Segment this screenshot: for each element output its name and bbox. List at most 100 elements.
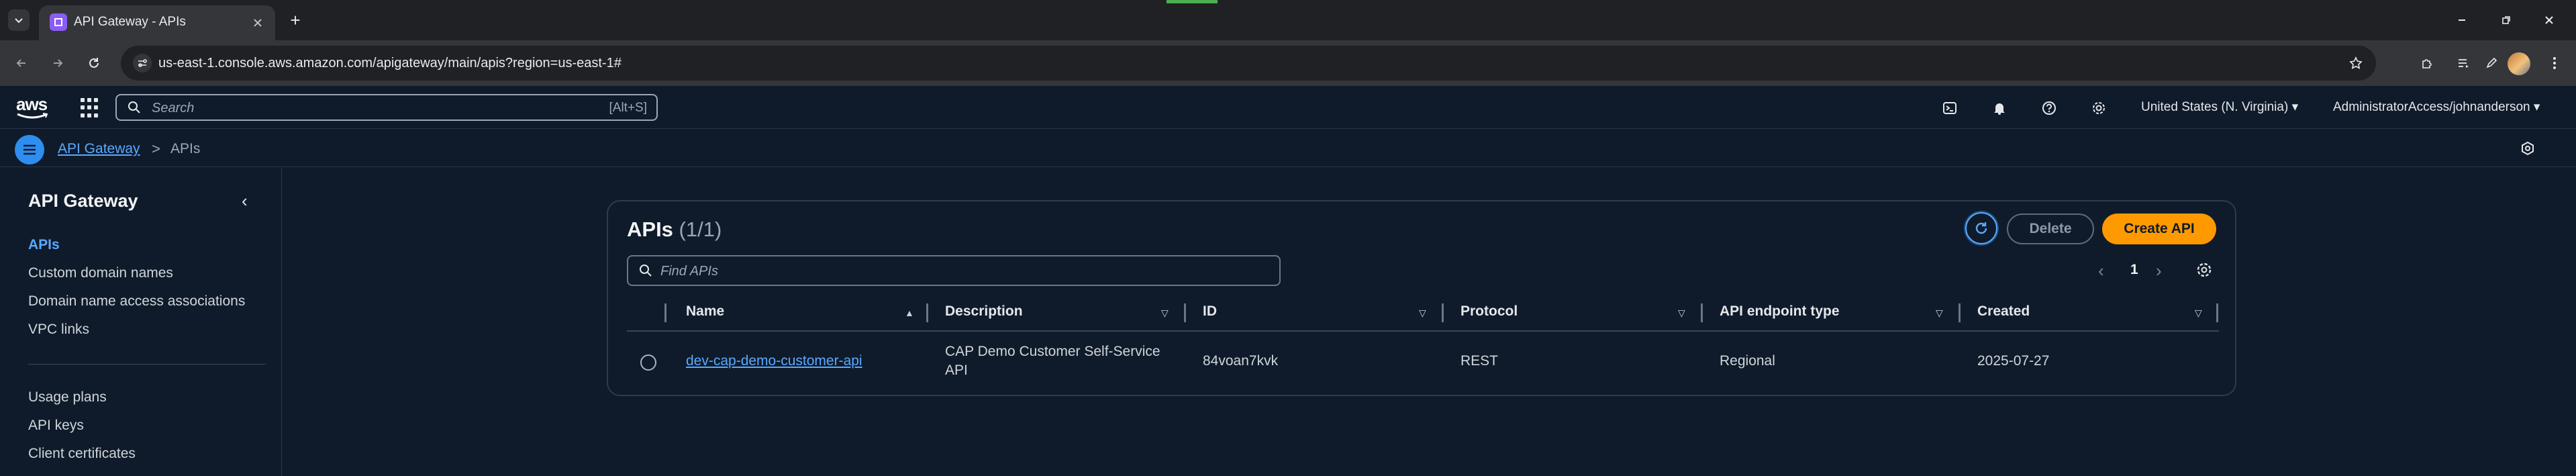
sort-icon[interactable]: ▽ bbox=[1936, 307, 1943, 319]
column-resizer[interactable] bbox=[1442, 303, 1444, 322]
breadcrumb-api-gateway[interactable]: API Gateway bbox=[58, 141, 140, 157]
sidebar-divider bbox=[28, 364, 266, 365]
menu-icon bbox=[23, 144, 36, 155]
column-divider bbox=[664, 303, 666, 322]
table-header: Name ▲ Description ▽ ID ▽ Protocol ▽ API… bbox=[627, 295, 2219, 332]
sidebar-item-custom-domain-names[interactable]: Custom domain names bbox=[28, 265, 173, 281]
browser-tabstrip: API Gateway - APIs + bbox=[0, 0, 2576, 40]
create-api-button[interactable]: Create API bbox=[2102, 213, 2216, 244]
column-header-name[interactable]: Name bbox=[686, 303, 724, 320]
api-name-link[interactable]: dev-cap-demo-customer-api bbox=[686, 353, 862, 369]
services-grid-icon[interactable] bbox=[81, 98, 101, 118]
sidebar-title: API Gateway bbox=[28, 191, 138, 211]
api-gateway-favicon-icon bbox=[50, 13, 67, 31]
region-selector[interactable]: United States (N. Virginia) ▾ bbox=[2141, 99, 2298, 115]
apis-table-container: APIs (1/1) Delete Create API Find APIs ‹… bbox=[607, 200, 2236, 396]
find-apis-placeholder: Find APIs bbox=[660, 264, 718, 279]
new-tab-button[interactable]: + bbox=[285, 9, 306, 31]
minimize-icon[interactable] bbox=[2448, 7, 2475, 34]
column-header-api-endpoint-type[interactable]: API endpoint type bbox=[1720, 303, 1840, 320]
address-bar[interactable]: us-east-1.console.aws.amazon.com/apigate… bbox=[121, 46, 2376, 81]
browser-tab-active[interactable]: API Gateway - APIs bbox=[39, 5, 275, 40]
page-title: APIs (1/1) bbox=[627, 218, 722, 242]
close-tab-icon[interactable] bbox=[248, 13, 267, 32]
site-info-icon[interactable] bbox=[133, 54, 152, 73]
panel-title-text: APIs bbox=[627, 218, 673, 241]
sort-icon[interactable]: ▽ bbox=[2195, 307, 2202, 319]
find-apis-input[interactable]: Find APIs bbox=[627, 255, 1281, 286]
chevron-down-icon bbox=[15, 18, 23, 23]
table-row[interactable]: dev-cap-demo-customer-api CAP Demo Custo… bbox=[627, 333, 2219, 391]
restore-icon[interactable] bbox=[2493, 7, 2520, 34]
tab-title: API Gateway - APIs bbox=[74, 15, 186, 29]
column-resizer[interactable] bbox=[2216, 303, 2218, 322]
api-id: 84voan7kvk bbox=[1203, 353, 1279, 369]
current-page-number[interactable]: 1 bbox=[2130, 262, 2138, 278]
profile-avatar[interactable] bbox=[2508, 52, 2530, 75]
gear-icon[interactable] bbox=[2089, 98, 2109, 118]
sort-icon[interactable]: ▽ bbox=[1161, 307, 1169, 319]
column-header-protocol[interactable]: Protocol bbox=[1460, 303, 1518, 320]
column-resizer[interactable] bbox=[926, 303, 928, 322]
pencil-icon[interactable] bbox=[2481, 52, 2502, 74]
side-nav-toggle-button[interactable] bbox=[15, 135, 44, 164]
table-preferences-gear-icon[interactable] bbox=[2193, 259, 2215, 281]
sidebar-item-api-keys[interactable]: API keys bbox=[28, 418, 84, 434]
breadcrumb-separator: > bbox=[152, 140, 160, 157]
page-settings-icon[interactable] bbox=[2517, 138, 2538, 159]
sidebar-item-vpc-links[interactable]: VPC links bbox=[28, 322, 89, 338]
account-menu[interactable]: AdministratorAccess/johnanderson ▾ bbox=[2333, 99, 2540, 115]
next-page-icon[interactable]: › bbox=[2156, 260, 2162, 281]
api-description-line2: API bbox=[945, 363, 968, 378]
refresh-button[interactable] bbox=[1965, 212, 1997, 244]
aws-console-header: aws Search [Alt+S] United States (N. Vir… bbox=[0, 86, 2576, 129]
column-resizer[interactable] bbox=[1184, 303, 1186, 322]
column-resizer[interactable] bbox=[1959, 303, 1961, 322]
cloudshell-icon[interactable] bbox=[1940, 98, 1960, 118]
aws-smile-icon bbox=[17, 113, 48, 119]
bell-icon[interactable] bbox=[1989, 98, 2010, 118]
delete-button[interactable]: Delete bbox=[2007, 213, 2094, 244]
aws-logo-text: aws bbox=[16, 94, 48, 114]
bookmark-star-icon[interactable] bbox=[2345, 52, 2367, 74]
media-queue-icon[interactable] bbox=[2453, 52, 2474, 74]
column-header-id[interactable]: ID bbox=[1203, 303, 1217, 320]
api-created-date: 2025-07-27 bbox=[1977, 353, 2050, 369]
sidebar-item-domain-name-access-associations[interactable]: Domain name access associations bbox=[28, 293, 245, 310]
back-arrow-icon[interactable] bbox=[11, 52, 32, 74]
breadcrumb-current: APIs bbox=[170, 141, 201, 156]
api-description-line1: CAP Demo Customer Self-Service bbox=[945, 344, 1160, 359]
breadcrumb-bar: API Gateway > APIs bbox=[0, 130, 2576, 167]
search-shortcut: [Alt+S] bbox=[609, 101, 648, 115]
more-menu-icon[interactable] bbox=[2544, 52, 2565, 74]
side-navigation: API Gateway ‹ APIs Custom domain names D… bbox=[0, 168, 282, 476]
row-select-radio[interactable] bbox=[640, 354, 656, 371]
extensions-puzzle-icon[interactable] bbox=[2416, 52, 2438, 74]
column-header-created[interactable]: Created bbox=[1977, 303, 2030, 320]
url-text[interactable]: us-east-1.console.aws.amazon.com/apigate… bbox=[158, 56, 622, 71]
aws-logo[interactable]: aws bbox=[16, 94, 50, 121]
search-icon bbox=[128, 101, 141, 117]
sidebar-item-client-certificates[interactable]: Client certificates bbox=[28, 446, 136, 462]
tab-search-button[interactable] bbox=[8, 9, 30, 31]
sort-icon[interactable]: ▽ bbox=[1419, 307, 1426, 319]
indicator-bar bbox=[1167, 0, 1218, 3]
close-window-icon[interactable] bbox=[2536, 7, 2563, 34]
sidebar-item-apis[interactable]: APIs bbox=[28, 237, 60, 253]
collapse-sidebar-icon[interactable]: ‹ bbox=[242, 191, 248, 211]
api-protocol: REST bbox=[1460, 353, 1499, 369]
sort-icon[interactable]: ▽ bbox=[1678, 307, 1685, 319]
forward-arrow-icon[interactable] bbox=[47, 52, 68, 74]
column-header-description[interactable]: Description bbox=[945, 303, 1023, 320]
api-count: (1/1) bbox=[679, 218, 722, 241]
sort-ascending-icon[interactable]: ▲ bbox=[905, 307, 914, 318]
search-placeholder: Search bbox=[152, 101, 195, 115]
previous-page-icon[interactable]: ‹ bbox=[2098, 260, 2104, 281]
column-resizer[interactable] bbox=[1701, 303, 1703, 322]
search-icon bbox=[639, 264, 652, 281]
reload-icon[interactable] bbox=[83, 52, 105, 74]
help-icon[interactable] bbox=[2039, 98, 2059, 118]
api-endpoint-type: Regional bbox=[1720, 353, 1775, 369]
sidebar-item-usage-plans[interactable]: Usage plans bbox=[28, 389, 107, 406]
console-search-input[interactable]: Search [Alt+S] bbox=[115, 94, 658, 121]
